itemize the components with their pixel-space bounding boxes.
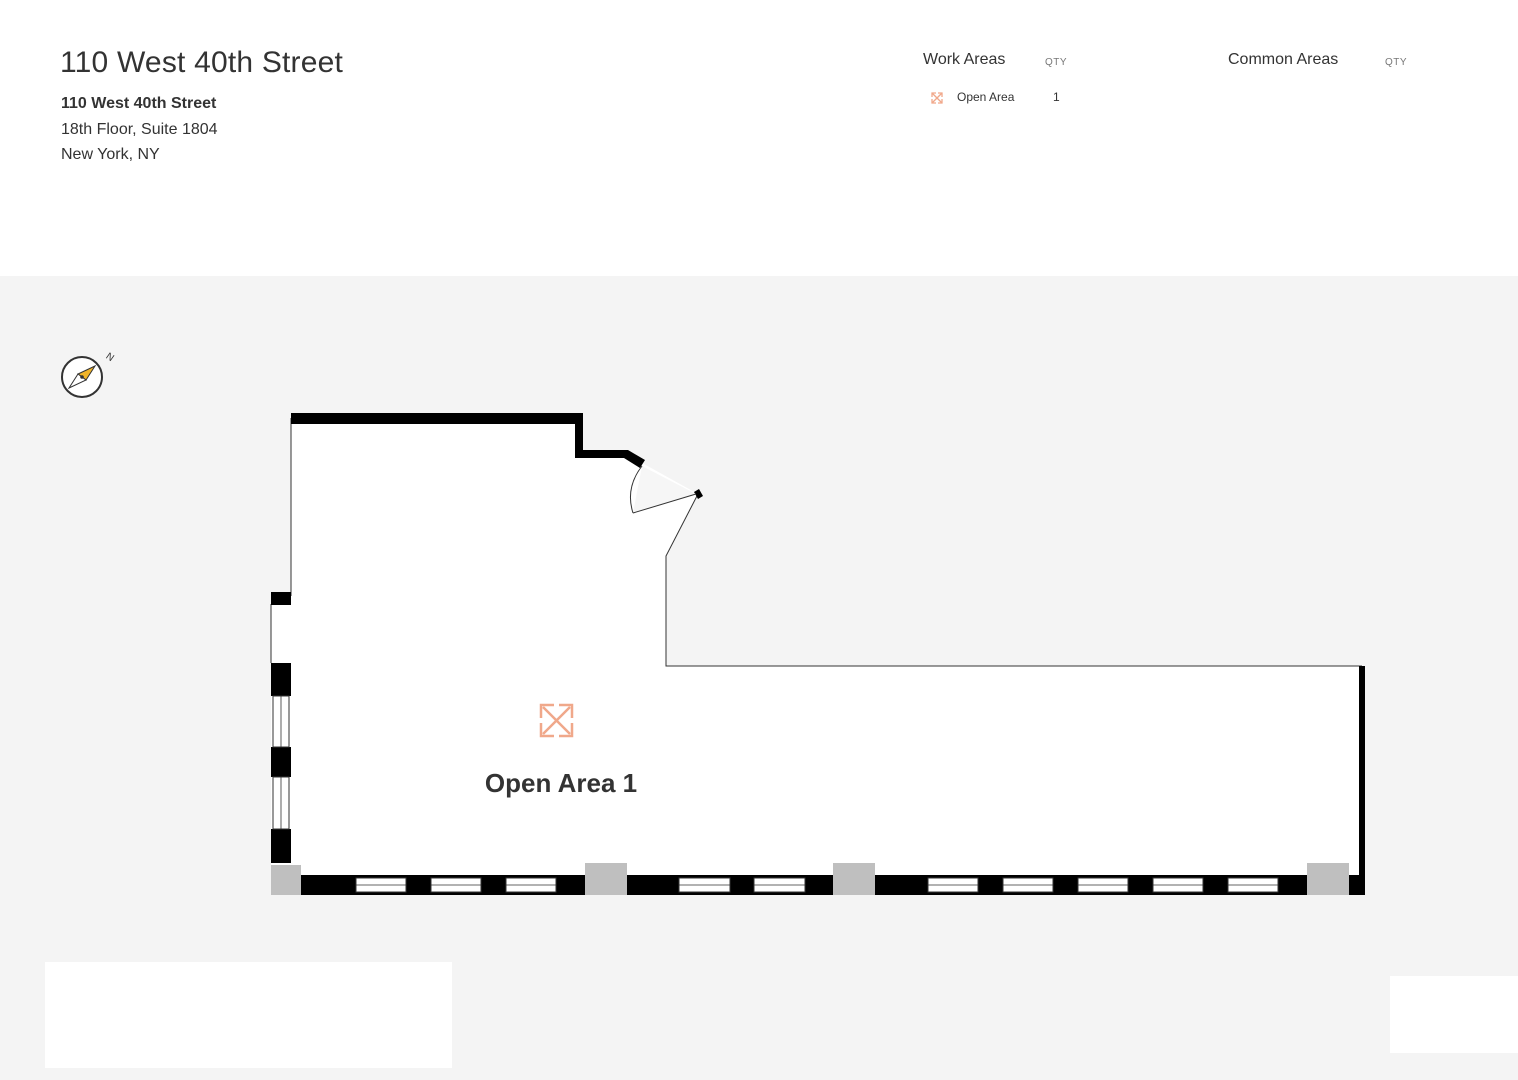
floorplan: N <box>61 351 1365 895</box>
room-label-open-area-1: Open Area 1 <box>484 768 638 798</box>
info-panel-left <box>45 962 452 1068</box>
compass-icon[interactable]: N <box>61 351 116 398</box>
open-area-room[interactable] <box>271 418 1362 893</box>
compass-north-label: N <box>104 351 116 364</box>
info-panel-right <box>1390 976 1518 1053</box>
